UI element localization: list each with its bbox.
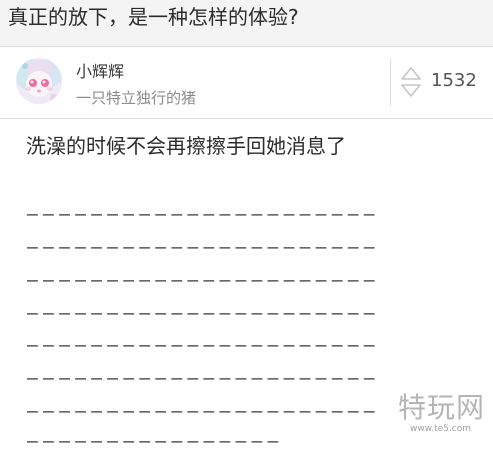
- question-header: 真正的放下，是一种怎样的体验?: [0, 0, 493, 47]
- dash-line: ——————————————————————: [27, 335, 380, 356]
- dash-line: ——————————————————————: [27, 204, 380, 225]
- dash-line: ————————————————: [27, 431, 284, 452]
- vote-count: 1532: [431, 70, 477, 91]
- anime-girl-avatar-icon: [16, 58, 62, 104]
- vote-button[interactable]: [398, 64, 424, 100]
- dash-line: ——————————————————————: [27, 303, 380, 324]
- watermark-url: www.te5.com: [410, 424, 471, 434]
- dash-line: ——————————————————————: [27, 401, 380, 422]
- author-name[interactable]: 小辉辉: [76, 62, 124, 82]
- vote-arrows-icon: [401, 67, 421, 97]
- answer-author-row: 小辉辉 一只特立独行的猪 1532: [0, 48, 493, 119]
- watermark: 特玩网 www.te5.com: [398, 392, 492, 442]
- watermark-brand: 特玩网: [398, 391, 486, 424]
- avatar[interactable]: [16, 58, 62, 104]
- dash-line: ——————————————————————: [27, 237, 380, 258]
- author-bio: 一只特立独行的猪: [76, 89, 197, 107]
- question-title[interactable]: 真正的放下，是一种怎样的体验?: [8, 4, 299, 30]
- dash-line: ——————————————————————: [27, 368, 380, 389]
- vote-divider: [390, 58, 391, 106]
- answer-text: 洗澡的时候不会再擦擦手回她消息了: [26, 134, 346, 158]
- dash-line: ——————————————————————: [27, 270, 380, 291]
